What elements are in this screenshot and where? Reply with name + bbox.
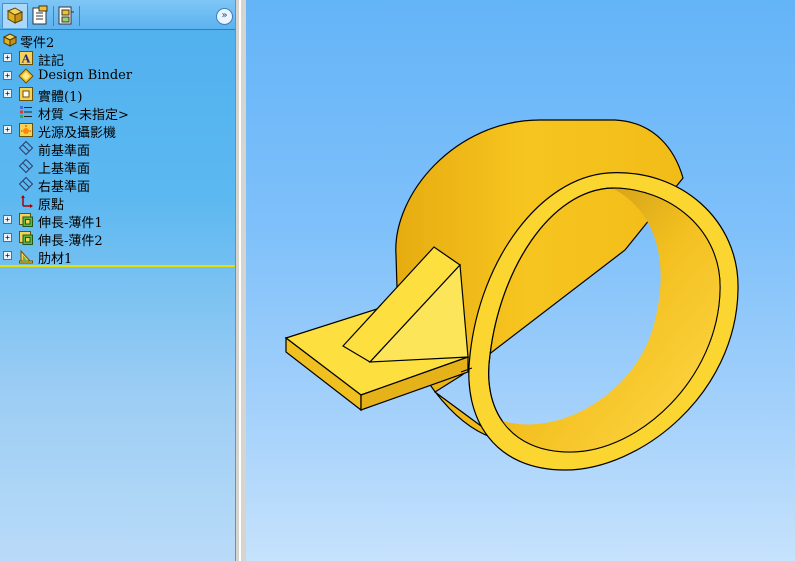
plane-icon (18, 140, 34, 156)
extrude-thin-icon (19, 213, 33, 227)
tree-item-extrude-thin-1[interactable]: + 伸長-薄件1 (0, 211, 234, 231)
tree-item-origin[interactable]: 原點 (0, 193, 234, 213)
rollback-bar[interactable] (0, 265, 236, 267)
configuration-manager-tab[interactable] (54, 3, 78, 27)
extrude-thin-icon (19, 231, 33, 245)
expand-toggle[interactable]: + (3, 53, 12, 62)
tree-item-right-plane[interactable]: 右基準面 (0, 175, 234, 195)
tree-root-part[interactable]: 零件2 (0, 31, 234, 51)
feature-manager-tab[interactable] (2, 3, 28, 28)
expand-toggle[interactable]: + (3, 71, 12, 80)
tree-item-solid-bodies[interactable]: + 實體(1) (0, 85, 234, 105)
expand-toggle[interactable]: + (3, 89, 12, 98)
tree-item-annotations[interactable]: + A 註記 (0, 49, 234, 69)
tree-item-rib-1[interactable]: + 肋材1 (0, 247, 234, 267)
plane-icon (18, 158, 34, 174)
feature-manager-tab-icon (6, 7, 24, 24)
configuration-manager-tab-icon (58, 6, 74, 25)
expand-toggle[interactable]: + (3, 215, 12, 224)
plane-icon (18, 176, 34, 192)
rib-icon (19, 249, 33, 264)
lights-cameras-icon (19, 123, 33, 137)
expand-toggle[interactable]: + (3, 233, 12, 242)
tree-item-design-binder[interactable]: + Design Binder (0, 67, 234, 85)
panel-tab-bar: » (0, 0, 239, 30)
solid-bodies-icon (19, 87, 33, 101)
expand-toggle[interactable]: + (3, 125, 12, 134)
tree-item-material[interactable]: 材質 <未指定> (0, 103, 234, 123)
design-binder-icon (18, 68, 34, 84)
tree-item-top-plane[interactable]: 上基準面 (0, 157, 234, 177)
property-manager-tab[interactable] (28, 3, 52, 27)
material-icon (20, 106, 32, 118)
tree-item-label: Design Binder (38, 68, 133, 83)
part-icon (2, 33, 18, 47)
origin-icon (21, 195, 33, 208)
annotations-icon: A (19, 51, 33, 66)
expand-toggle[interactable]: + (3, 251, 12, 260)
expand-panel-button[interactable]: » (216, 8, 233, 25)
tree-item-lights-cameras[interactable]: + 光源及攝影機 (0, 121, 234, 141)
feature-manager-panel: » 零件2 + A 註記 + Design Binder + 實體(1) 材質 … (0, 0, 239, 561)
3d-part-model[interactable] (246, 0, 795, 561)
tree-item-extrude-thin-2[interactable]: + 伸長-薄件2 (0, 229, 234, 249)
tree-item-front-plane[interactable]: 前基準面 (0, 139, 234, 159)
svg-text:A: A (21, 53, 31, 66)
property-manager-tab-icon (32, 5, 48, 25)
graphics-viewport[interactable] (246, 0, 795, 561)
